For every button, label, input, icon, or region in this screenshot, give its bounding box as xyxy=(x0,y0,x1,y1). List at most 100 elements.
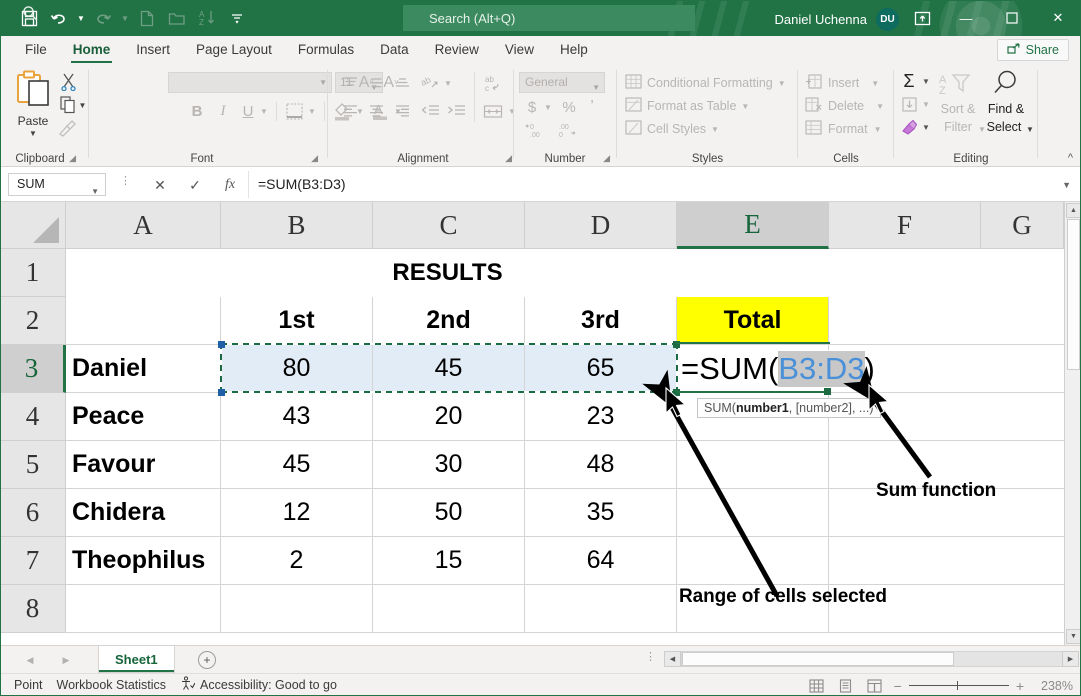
cell-d4[interactable]: 23 xyxy=(525,393,677,441)
cell-d3[interactable]: 65 xyxy=(525,345,677,393)
cell-a2[interactable] xyxy=(66,297,221,345)
row-header-1[interactable]: 1 xyxy=(0,249,66,297)
split-handle[interactable]: ⋮ xyxy=(645,654,656,660)
column-header-e[interactable]: E xyxy=(677,202,829,249)
name-box[interactable]: SUM ▼ xyxy=(8,173,106,196)
cell-g1[interactable] xyxy=(981,249,1064,297)
row-header-3[interactable]: 3 xyxy=(0,345,66,393)
cell-c7[interactable]: 15 xyxy=(373,537,525,585)
cell-c8[interactable] xyxy=(373,585,525,633)
cell-a3[interactable]: Daniel xyxy=(66,345,221,393)
next-sheet-icon[interactable]: ▶ xyxy=(58,653,74,667)
paste-button[interactable]: Paste ▼ xyxy=(10,70,56,142)
cell-g8[interactable] xyxy=(981,585,1064,633)
clear-icon[interactable] xyxy=(898,116,920,138)
cell-f2[interactable] xyxy=(829,297,981,345)
cell-d5[interactable]: 48 xyxy=(525,441,677,489)
cell-c3[interactable]: 45 xyxy=(373,345,525,393)
vertical-scroll-thumb[interactable] xyxy=(1067,219,1080,370)
cell-d8[interactable] xyxy=(525,585,677,633)
share-button[interactable]: Share xyxy=(997,39,1069,61)
cell-a6[interactable]: Chidera xyxy=(66,489,221,537)
close-button[interactable]: ✕ xyxy=(1035,0,1081,36)
name-box-chevron-down-icon[interactable]: ▼ xyxy=(91,181,99,202)
clear-chevron-down-icon[interactable]: ▼ xyxy=(920,116,932,138)
formula-input[interactable]: =SUM(B3:D3) xyxy=(258,172,1023,197)
workbook-statistics-button[interactable]: Workbook Statistics xyxy=(57,678,167,692)
undo-chevron-down-icon[interactable]: ▼ xyxy=(74,5,88,31)
cell-d7[interactable]: 64 xyxy=(525,537,677,585)
autosum-chevron-down-icon[interactable]: ▼ xyxy=(920,70,932,92)
row-header-7[interactable]: 7 xyxy=(0,537,66,585)
previous-sheet-icon[interactable]: ◀ xyxy=(22,653,38,667)
column-header-f[interactable]: F xyxy=(829,202,981,249)
cell-b4[interactable]: 43 xyxy=(221,393,373,441)
page-layout-view-icon[interactable] xyxy=(836,677,856,695)
cell-b2[interactable]: 1st xyxy=(221,297,373,345)
cell-d6[interactable]: 35 xyxy=(525,489,677,537)
formula-bar-grip[interactable]: ⋮ xyxy=(120,178,131,185)
autosum-icon[interactable]: Σ xyxy=(898,70,920,92)
sheet-tab-sheet1[interactable]: Sheet1 xyxy=(98,646,175,673)
tab-home[interactable]: Home xyxy=(60,36,124,64)
clipboard-dialog-launcher[interactable]: ◢ xyxy=(69,153,76,164)
cell-e7[interactable] xyxy=(677,537,829,585)
account-area[interactable]: Daniel Uchenna DU xyxy=(774,8,899,31)
zoom-track[interactable] xyxy=(909,685,1009,686)
tab-view[interactable]: View xyxy=(492,36,547,64)
row-header-5[interactable]: 5 xyxy=(0,441,66,489)
cell-a5[interactable]: Favour xyxy=(66,441,221,489)
row-header-6[interactable]: 6 xyxy=(0,489,66,537)
add-sheet-icon[interactable]: + xyxy=(198,651,216,669)
font-dialog-launcher[interactable]: ◢ xyxy=(311,153,318,164)
row-header-2[interactable]: 2 xyxy=(0,297,66,345)
page-break-view-icon[interactable] xyxy=(865,677,885,695)
find-select-chevron-down-icon[interactable]: ▼ xyxy=(1024,120,1036,138)
scroll-left-icon[interactable]: ◀ xyxy=(664,651,681,667)
tab-formulas[interactable]: Formulas xyxy=(285,36,367,64)
cell-d2[interactable]: 3rd xyxy=(525,297,677,345)
number-dialog-launcher[interactable]: ◢ xyxy=(603,153,610,164)
ribbon-display-options-icon[interactable] xyxy=(901,0,943,36)
undo-icon[interactable] xyxy=(44,5,74,31)
copy-icon[interactable] xyxy=(58,95,78,115)
fill-handle[interactable] xyxy=(824,388,831,395)
cell-c6[interactable]: 50 xyxy=(373,489,525,537)
zoom-thumb[interactable] xyxy=(957,681,958,690)
column-header-d[interactable]: D xyxy=(525,202,677,249)
search-input[interactable]: Search (Alt+Q) xyxy=(403,5,695,31)
font-name-input[interactable]: ▼ xyxy=(168,72,332,93)
horizontal-scroll-thumb[interactable] xyxy=(682,652,954,666)
paste-chevron-down-icon[interactable]: ▼ xyxy=(29,129,37,138)
vertical-scrollbar[interactable]: ▲ ▼ xyxy=(1064,202,1081,645)
cell-f7[interactable] xyxy=(829,537,981,585)
column-header-g[interactable]: G xyxy=(981,202,1064,249)
cut-icon[interactable] xyxy=(58,72,78,92)
cell-a4[interactable]: Peace xyxy=(66,393,221,441)
column-header-c[interactable]: C xyxy=(373,202,525,249)
cell-a7[interactable]: Theophilus xyxy=(66,537,221,585)
column-header-b[interactable]: B xyxy=(221,202,373,249)
tab-help[interactable]: Help xyxy=(547,36,601,64)
row-header-8[interactable]: 8 xyxy=(0,585,66,633)
collapse-ribbon-icon[interactable]: ^ xyxy=(1068,152,1073,164)
scroll-down-icon[interactable]: ▼ xyxy=(1066,629,1081,644)
font-name-chevron-down-icon[interactable]: ▼ xyxy=(319,78,327,87)
number-format-chevron-down-icon[interactable]: ▼ xyxy=(592,78,600,97)
cancel-formula-button[interactable]: ✕ xyxy=(143,174,177,196)
number-format-select[interactable]: General ▼ xyxy=(519,72,605,93)
cell-b5[interactable]: 45 xyxy=(221,441,373,489)
insert-function-button[interactable]: fx xyxy=(213,174,247,196)
cell-b3[interactable]: 80 xyxy=(221,345,373,393)
enter-formula-button[interactable]: ✓ xyxy=(178,174,212,196)
minimize-button[interactable]: — xyxy=(943,0,989,36)
maximize-button[interactable] xyxy=(989,0,1035,36)
tab-file[interactable]: File xyxy=(12,36,60,64)
cell-e5[interactable] xyxy=(677,441,829,489)
zoom-level[interactable]: 238% xyxy=(1033,679,1073,693)
cell-e2-total-header[interactable]: Total xyxy=(677,297,829,345)
zoom-slider[interactable]: − + xyxy=(894,678,1024,694)
cell-b6[interactable]: 12 xyxy=(221,489,373,537)
accessibility-button[interactable]: Accessibility: Good to go xyxy=(180,676,337,694)
cell-c5[interactable]: 30 xyxy=(373,441,525,489)
